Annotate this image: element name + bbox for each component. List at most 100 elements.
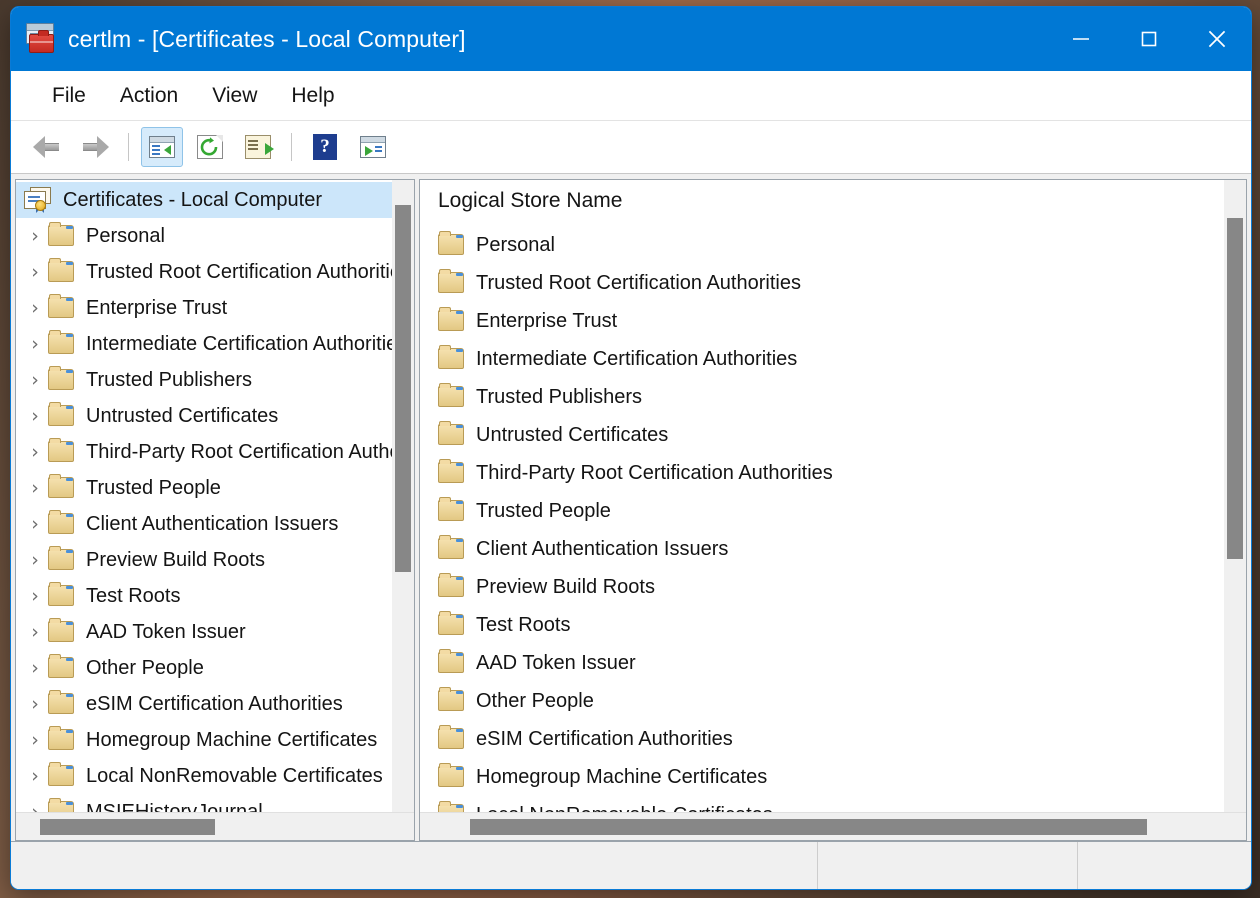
refresh-button[interactable] [189, 127, 231, 167]
help-question-icon: ? [313, 134, 337, 160]
list-item[interactable]: Homegroup Machine Certificates [420, 758, 1246, 796]
show-hide-console-tree-button[interactable] [141, 127, 183, 167]
tree-node[interactable]: › Trusted People [16, 470, 414, 506]
tree-node[interactable]: › Client Authentication Issuers [16, 506, 414, 542]
list-item-label: Trusted Publishers [476, 385, 642, 408]
tree-node[interactable]: › Local NonRemovable Certificates [16, 758, 414, 794]
minimize-button[interactable] [1047, 7, 1115, 71]
list-item-label: Trusted Root Certification Authorities [476, 271, 801, 294]
chevron-right-icon[interactable]: › [22, 514, 48, 534]
folder-icon [48, 402, 76, 427]
list-item[interactable]: Trusted Publishers [420, 378, 1246, 416]
toolbar: ? [11, 121, 1251, 174]
tree-vertical-scrollbar[interactable] [392, 180, 414, 812]
tree-node[interactable]: › Other People [16, 650, 414, 686]
chevron-right-icon[interactable]: › [22, 262, 48, 282]
list-item[interactable]: Other People [420, 682, 1246, 720]
chevron-right-icon[interactable]: › [22, 298, 48, 318]
show-hide-action-pane-button[interactable] [352, 127, 394, 167]
chevron-right-icon[interactable]: › [22, 226, 48, 246]
list-vertical-scrollbar[interactable] [1224, 180, 1246, 812]
column-header-logical-store-name[interactable]: Logical Store Name [420, 180, 1246, 222]
folder-icon [438, 345, 466, 370]
tree-node-label: Certificates - Local Computer [63, 188, 322, 211]
tree-node[interactable]: › Enterprise Trust [16, 290, 414, 326]
forward-button[interactable] [74, 127, 116, 167]
folder-icon [48, 762, 76, 787]
chevron-right-icon[interactable]: › [22, 802, 48, 812]
list-horizontal-scrollbar[interactable] [420, 812, 1246, 840]
chevron-right-icon[interactable]: › [22, 658, 48, 678]
list-item[interactable]: Personal [420, 226, 1246, 264]
chevron-right-icon[interactable]: › [22, 370, 48, 390]
tree-node[interactable]: › Third-Party Root Certification Authorit… [16, 434, 414, 470]
tree-node[interactable]: › Trusted Root Certification Authorities [16, 254, 414, 290]
export-list-button[interactable] [237, 127, 279, 167]
tree-node[interactable]: › AAD Token Issuer [16, 614, 414, 650]
chevron-right-icon[interactable]: › [22, 730, 48, 750]
tree-node[interactable]: › Intermediate Certification Authorities [16, 326, 414, 362]
certlm-window: certlm - [Certificates - Local Computer] [10, 6, 1252, 890]
chevron-right-icon[interactable]: › [22, 586, 48, 606]
tree-horizontal-scrollbar[interactable] [16, 812, 414, 840]
list-item[interactable]: Local NonRemovable Certificates [420, 796, 1246, 812]
menu-help[interactable]: Help [274, 80, 351, 112]
title-bar[interactable]: certlm - [Certificates - Local Computer] [11, 7, 1251, 71]
chevron-right-icon[interactable]: › [22, 766, 48, 786]
tree-node-root[interactable]: Certificates - Local Computer [16, 182, 414, 218]
tree-horizontal-scroll-thumb[interactable] [39, 819, 215, 835]
list-item[interactable]: Enterprise Trust [420, 302, 1246, 340]
help-button[interactable]: ? [304, 127, 346, 167]
list-vertical-scroll-thumb[interactable] [1227, 217, 1243, 560]
tree-node[interactable]: › Trusted Publishers [16, 362, 414, 398]
chevron-right-icon[interactable]: › [22, 478, 48, 498]
status-message [11, 842, 817, 889]
back-button[interactable] [26, 127, 68, 167]
close-button[interactable] [1183, 7, 1251, 71]
folder-icon [438, 725, 466, 750]
list-horizontal-scroll-thumb[interactable] [469, 819, 1147, 835]
list-item[interactable]: Trusted People [420, 492, 1246, 530]
tree-node[interactable]: › MSIEHistoryJournal [16, 794, 414, 812]
chevron-right-icon[interactable]: › [22, 550, 48, 570]
menu-action[interactable]: Action [103, 80, 195, 112]
window-title: certlm - [Certificates - Local Computer] [68, 25, 466, 52]
list-item-label: Enterprise Trust [476, 309, 618, 332]
tree-node[interactable]: › Personal [16, 218, 414, 254]
folder-icon [48, 330, 76, 355]
maximize-button[interactable] [1115, 7, 1183, 71]
list-item[interactable]: eSIM Certification Authorities [420, 720, 1246, 758]
list-item[interactable]: Intermediate Certification Authorities [420, 340, 1246, 378]
list-item[interactable]: Client Authentication Issuers [420, 530, 1246, 568]
tree-node[interactable]: › Test Roots [16, 578, 414, 614]
chevron-right-icon[interactable]: › [22, 694, 48, 714]
tree-vertical-scroll-thumb[interactable] [395, 205, 411, 572]
list-item[interactable]: Test Roots [420, 606, 1246, 644]
list-item[interactable]: Third-Party Root Certification Authoriti… [420, 454, 1246, 492]
certificate-store-tree: Certificates - Local Computer › Personal › T… [16, 180, 414, 812]
tree-node[interactable]: › Untrusted Certificates [16, 398, 414, 434]
menu-file[interactable]: File [35, 80, 103, 112]
tree-node[interactable]: › Preview Build Roots [16, 542, 414, 578]
tree-node[interactable]: › eSIM Certification Authorities [16, 686, 414, 722]
tree-node-label: Preview Build Roots [86, 548, 265, 571]
list-item-label: Other People [476, 689, 594, 712]
chevron-right-icon[interactable]: › [22, 442, 48, 462]
list-item[interactable]: Preview Build Roots [420, 568, 1246, 606]
list-item-label: Untrusted Certificates [476, 423, 669, 446]
console-tree-icon [149, 136, 175, 158]
list-item[interactable]: Untrusted Certificates [420, 416, 1246, 454]
list-item[interactable]: Trusted Root Certification Authorities [420, 264, 1246, 302]
menu-bar: File Action View Help [11, 71, 1251, 121]
menu-view[interactable]: View [195, 80, 274, 112]
folder-icon [48, 726, 76, 751]
chevron-right-icon[interactable]: › [22, 334, 48, 354]
list-item-label: Intermediate Certification Authorities [476, 347, 798, 370]
chevron-right-icon[interactable]: › [22, 622, 48, 642]
list-item[interactable]: AAD Token Issuer [420, 644, 1246, 682]
folder-icon [438, 497, 466, 522]
tree-node-label: Intermediate Certification Authorities [86, 332, 408, 355]
chevron-right-icon[interactable]: › [22, 406, 48, 426]
tree-node-label: Test Roots [86, 584, 181, 607]
tree-node[interactable]: › Homegroup Machine Certificates [16, 722, 414, 758]
